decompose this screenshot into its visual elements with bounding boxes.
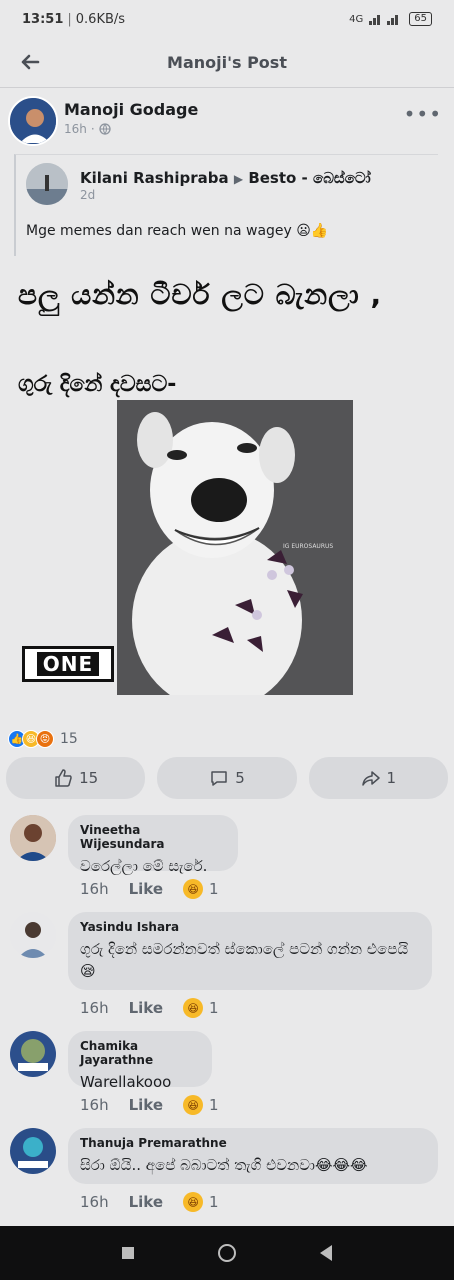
comment-bubble[interactable]: Yasindu Ishara ගුරු දිනේ සමරන්නවත් ස්කොල…	[68, 912, 432, 990]
back-arrow-icon[interactable]	[16, 48, 44, 76]
signal-icon	[369, 15, 399, 25]
comment-react-count: 1	[209, 880, 219, 898]
commenter-name[interactable]: Yasindu Ishara	[80, 920, 420, 934]
like-count: 15	[79, 769, 99, 787]
haha-reaction-icon: 😆	[183, 1192, 204, 1212]
one-logo: ONE	[22, 646, 114, 682]
back-nav-icon[interactable]	[320, 1245, 332, 1261]
recents-icon[interactable]	[122, 1247, 134, 1259]
commenter-avatar[interactable]	[10, 815, 56, 861]
like-button[interactable]: 15	[6, 757, 146, 799]
shared-author[interactable]: Kilani Rashipraba	[80, 169, 229, 187]
comment-time: 16h	[80, 1096, 109, 1114]
share-count: 1	[386, 769, 397, 787]
haha-reaction-icon: 😆	[183, 998, 204, 1018]
reactions-count: 15	[60, 731, 78, 747]
shared-message: Mge memes dan reach wen na wagey 😦👍	[26, 223, 329, 239]
commenter-name[interactable]: Chamika Jayarathne	[80, 1039, 200, 1067]
comment-like-button[interactable]: Like	[129, 1096, 163, 1114]
commenter-name[interactable]: Thanuja Premarathne	[80, 1136, 426, 1150]
post-time: 16h	[64, 122, 87, 136]
comment-like-button[interactable]: Like	[129, 999, 163, 1017]
shared-post[interactable]: Kilani Rashipraba ▶ Besto - බෙස්ටෝ 2d Mg…	[14, 154, 438, 256]
more-options-icon[interactable]: •••	[404, 102, 442, 126]
shared-group[interactable]: Besto - බෙස්ටෝ	[248, 169, 370, 187]
shared-time: 2d	[80, 188, 96, 202]
commenter-name[interactable]: Vineetha Wijesundara	[80, 823, 226, 851]
status-bar: 13:51 | 0.6KB/s 4G 65	[0, 0, 454, 38]
reactions-summary[interactable]: 👍 😆 😡 15	[8, 730, 78, 748]
meme-image[interactable]: පලු යන්න ටීචර් ලට බැනලා , ගුරු දිනේ දවසට…	[0, 270, 454, 700]
comment-react-count: 1	[209, 999, 219, 1017]
post-author[interactable]: Manoji Godage	[64, 100, 198, 119]
commenter-avatar[interactable]	[10, 1128, 56, 1174]
haha-reaction-icon: 😆	[183, 1095, 204, 1115]
comment-button[interactable]: 5	[157, 757, 297, 799]
comment-text: Warellakooo	[80, 1073, 172, 1091]
comment-bubble[interactable]: Chamika Jayarathne Warellakooo	[68, 1031, 212, 1091]
meme-caption-line2: ගුරු දිනේ දවසට-	[18, 372, 177, 397]
commenter-avatar[interactable]	[10, 912, 56, 958]
status-time: 13:51	[22, 11, 64, 27]
angry-reaction-icon: 😡	[36, 730, 54, 748]
share-arrow-icon	[361, 771, 380, 786]
page-title: Manoji's Post	[167, 53, 287, 72]
haha-reaction-icon: 😆	[183, 879, 204, 899]
shared-author-avatar[interactable]	[26, 163, 68, 205]
battery-icon: 65	[409, 12, 432, 26]
comment-count: 5	[235, 769, 245, 787]
comment-react-count: 1	[209, 1096, 219, 1114]
comment-like-button[interactable]: Like	[129, 1193, 163, 1211]
comment-text: සිරා ඕයි.. අපේ බබාටත් තැගි එවනවා😂😂😂	[80, 1156, 368, 1174]
home-icon[interactable]	[218, 1244, 236, 1262]
comment-bubble-icon	[211, 771, 227, 786]
dog-photo: IG EUROSAURUS	[117, 400, 353, 695]
comment-react-count: 1	[209, 1193, 219, 1211]
top-bar: Manoji's Post	[0, 38, 454, 88]
author-avatar[interactable]	[8, 96, 58, 146]
watermark: IG EUROSAURUS	[283, 543, 333, 550]
post-actions: 15 5 1	[6, 757, 448, 799]
system-nav-bar	[0, 1226, 454, 1280]
comment-time: 16h	[80, 999, 109, 1017]
comment-time: 16h	[80, 1193, 109, 1211]
thumbs-up-icon	[55, 769, 72, 787]
comment-time: 16h	[80, 880, 109, 898]
shared-arrow-icon: ▶	[233, 172, 244, 186]
post-header: Manoji Godage 16h · •••	[0, 94, 454, 150]
comment-like-button[interactable]: Like	[129, 880, 163, 898]
comment-bubble[interactable]: Vineetha Wijesundara වරෙල්ලා මේ සැරේ.	[68, 815, 238, 875]
meme-caption-line1: පලු යන්න ටීචර් ලට බැනලා ,	[18, 278, 383, 311]
comment-text: වරෙල්ලා මේ සැරේ.	[80, 857, 208, 875]
commenter-avatar[interactable]	[10, 1031, 56, 1077]
status-speed: 0.6KB/s	[75, 11, 126, 27]
globe-icon	[99, 123, 111, 135]
share-button[interactable]: 1	[308, 757, 448, 799]
comment-text: ගුරු දිනේ සමරන්නවත් ස්කොලේ පටන් ගන්න එපෙ…	[80, 940, 409, 980]
comment-bubble[interactable]: Thanuja Premarathne සිරා ඕයි.. අපේ බබාටත…	[68, 1128, 438, 1184]
network-type: 4G	[349, 13, 364, 25]
